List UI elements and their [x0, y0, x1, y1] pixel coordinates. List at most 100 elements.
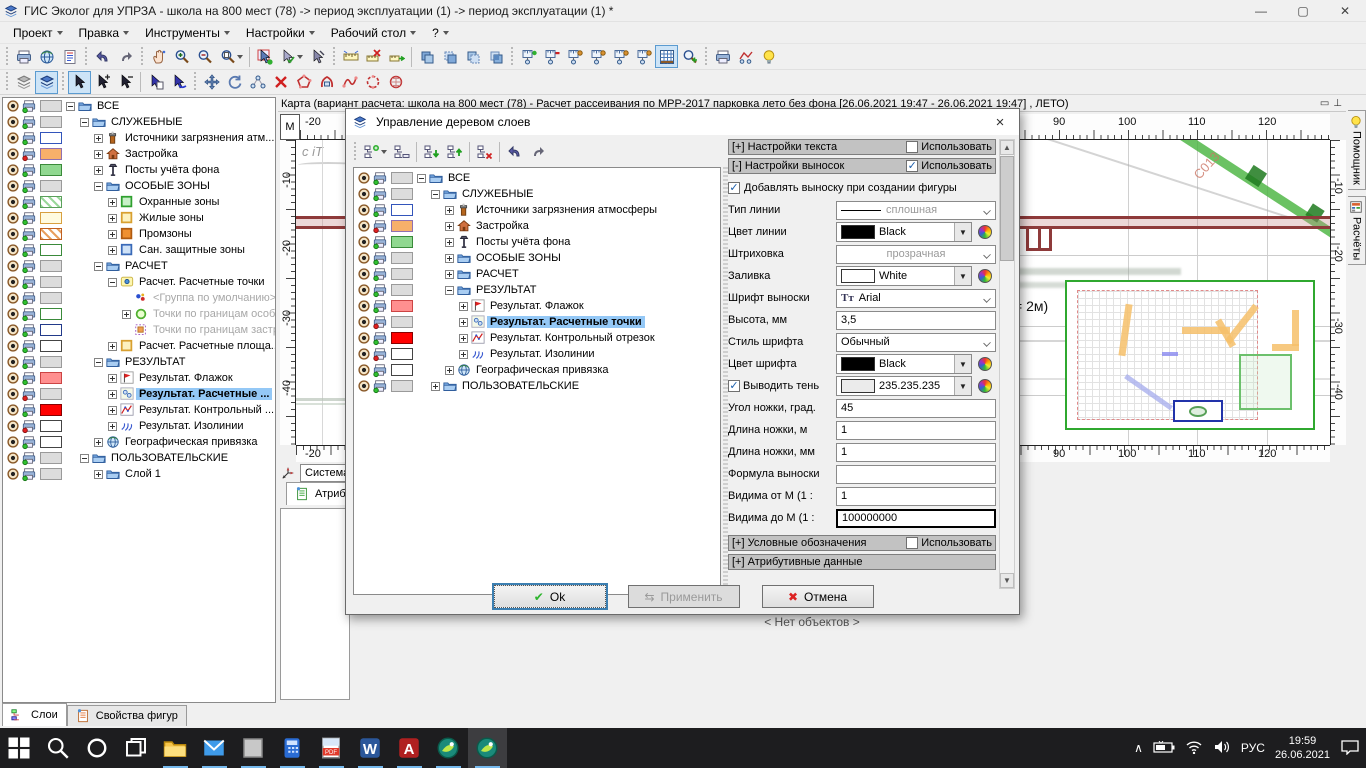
tree-row[interactable]: Расчет. Расчетные площа...: [3, 338, 275, 354]
toolbar-grip[interactable]: [83, 47, 89, 67]
expand-icon[interactable]: [94, 166, 103, 175]
scroll-thumb[interactable]: [1000, 156, 1014, 261]
explorer-app[interactable]: [156, 728, 195, 768]
hint-icon[interactable]: [757, 45, 780, 68]
scroll-up-icon[interactable]: ▲: [1000, 140, 1014, 155]
prop-select[interactable]: ТтArial: [836, 289, 996, 308]
print-toggle-icon[interactable]: [373, 204, 387, 217]
visibility-eye-icon[interactable]: [6, 404, 20, 417]
expand-icon[interactable]: [108, 390, 117, 399]
select-remove-icon[interactable]: [114, 71, 137, 94]
volume-icon[interactable]: [1213, 740, 1231, 757]
visibility-eye-icon[interactable]: [6, 388, 20, 401]
close-button[interactable]: ✕: [1324, 0, 1366, 22]
tree-row[interactable]: Результат. Расчетные ...: [3, 386, 275, 402]
layer-color-swatch[interactable]: [40, 148, 62, 160]
gis-ecolog-app-2[interactable]: [468, 728, 507, 768]
measure-add-icon[interactable]: [517, 45, 540, 68]
layer-color-swatch[interactable]: [40, 436, 62, 448]
nodes-icon[interactable]: [246, 71, 269, 94]
print-toggle-icon[interactable]: [22, 436, 36, 449]
toolbar-grip[interactable]: [331, 47, 337, 67]
print-toggle-icon[interactable]: [22, 164, 36, 177]
measure-d-icon[interactable]: [632, 45, 655, 68]
maximize-button[interactable]: ▢: [1282, 0, 1324, 22]
tree-item-label[interactable]: Посты учёта фона: [473, 236, 573, 248]
tree-row[interactable]: Промзоны: [3, 226, 275, 242]
calculator-app[interactable]: [273, 728, 312, 768]
layer-color-swatch[interactable]: [391, 268, 413, 280]
toolbar-grip[interactable]: [139, 47, 145, 67]
add-layer-icon[interactable]: [360, 141, 390, 164]
tree-item-label[interactable]: Источники загрязнения атм...: [122, 132, 276, 144]
ruler-icon[interactable]: [339, 45, 362, 68]
expand-icon[interactable]: [445, 222, 454, 231]
layer-color-swatch[interactable]: [40, 100, 62, 112]
zoom-add-icon[interactable]: [678, 45, 701, 68]
print-toggle-icon[interactable]: [373, 364, 387, 377]
prop-input[interactable]: 45: [836, 399, 996, 418]
tree-item-label[interactable]: ОСОБЫЕ ЗОНЫ: [473, 252, 564, 264]
ruler-delete-icon[interactable]: [362, 45, 385, 68]
visibility-eye-icon[interactable]: [6, 228, 20, 241]
tree-row[interactable]: Посты учёта фона: [354, 234, 720, 250]
visibility-eye-icon[interactable]: [357, 252, 371, 265]
print-toggle-icon[interactable]: [22, 212, 36, 225]
tree-row[interactable]: Результат. Контрольный ...: [3, 402, 275, 418]
visibility-eye-icon[interactable]: [357, 188, 371, 201]
tree-item-label[interactable]: Результат. Контрольный отрезок: [487, 332, 658, 344]
visibility-eye-icon[interactable]: [357, 364, 371, 377]
autocad-app[interactable]: A: [390, 728, 429, 768]
layers-manage-icon[interactable]: [35, 71, 58, 94]
tree-item-label[interactable]: Точки по границам застр...: [150, 324, 276, 336]
visibility-eye-icon[interactable]: [357, 236, 371, 249]
prop-input[interactable]: 1: [836, 443, 996, 462]
add-callout-row[interactable]: ✓Добавлять выноску при создании фигуры: [728, 177, 996, 199]
tree-item-label[interactable]: РЕЗУЛЬТАТ: [473, 284, 539, 296]
layer-color-swatch[interactable]: [391, 252, 413, 264]
collapse-icon[interactable]: [94, 262, 103, 271]
tree-item-label[interactable]: Результат. Флажок: [487, 300, 587, 312]
battery-icon[interactable]: [1153, 741, 1175, 756]
chevron-down-icon[interactable]: ▼: [954, 267, 971, 285]
visibility-eye-icon[interactable]: [357, 348, 371, 361]
expand-icon[interactable]: [459, 334, 468, 343]
tree-row[interactable]: Расчет. Расчетные точки: [3, 274, 275, 290]
search-button[interactable]: [39, 728, 78, 768]
prop-input[interactable]: 3,5: [836, 311, 996, 330]
collapse-icon[interactable]: [445, 286, 454, 295]
tree-row[interactable]: ВСЕ: [3, 98, 275, 114]
measure-c-icon[interactable]: [609, 45, 632, 68]
measure-b-icon[interactable]: [586, 45, 609, 68]
visibility-eye-icon[interactable]: [6, 436, 20, 449]
checkbox-icon[interactable]: [906, 537, 918, 549]
layer-color-swatch[interactable]: [391, 364, 413, 376]
print-toggle-icon[interactable]: [22, 308, 36, 321]
map-restore-icon[interactable]: ▭: [1320, 98, 1329, 109]
edit-curve-icon[interactable]: [338, 71, 361, 94]
layer-color-swatch[interactable]: [40, 244, 62, 256]
tree-item-label[interactable]: РЕЗУЛЬТАТ: [122, 356, 188, 368]
toolbar-grip[interactable]: [4, 72, 10, 92]
layer-color-swatch[interactable]: [391, 172, 413, 184]
rotate-icon[interactable]: [223, 71, 246, 94]
visibility-eye-icon[interactable]: [357, 204, 371, 217]
layer-color-swatch[interactable]: [391, 300, 413, 312]
layer-color-swatch[interactable]: [40, 340, 62, 352]
tree-item-label[interactable]: Слой 1: [122, 468, 164, 480]
layer-color-swatch[interactable]: [40, 276, 62, 288]
prop-select[interactable]: прозрачная: [836, 245, 996, 264]
tree-item-label[interactable]: Сан. защитные зоны: [136, 244, 248, 256]
tree-item-label[interactable]: СЛУЖЕБНЫЕ: [459, 188, 537, 200]
visibility-eye-icon[interactable]: [6, 148, 20, 161]
tree-item-label[interactable]: РАСЧЕТ: [473, 268, 522, 280]
layer-back-icon[interactable]: [438, 45, 461, 68]
palette-button[interactable]: [974, 376, 996, 396]
layer-color-swatch[interactable]: [391, 188, 413, 200]
visibility-eye-icon[interactable]: [6, 292, 20, 305]
layer-color-swatch[interactable]: [40, 468, 62, 480]
tree-row[interactable]: Точки по границам особ...: [3, 306, 275, 322]
menu-Инструменты[interactable]: Инструменты: [138, 24, 237, 42]
layer-color-swatch[interactable]: [391, 204, 413, 216]
tab-Слои[interactable]: Слои: [2, 703, 67, 726]
